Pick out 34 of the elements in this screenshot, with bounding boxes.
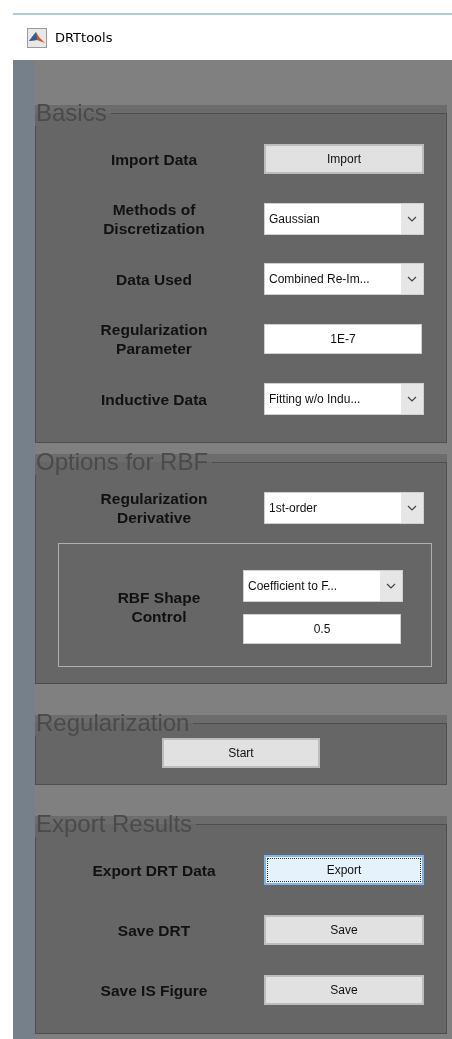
field-label: Methods of Discretization [102, 200, 206, 238]
input-field[interactable]: 0.5 [243, 614, 401, 644]
dropdown[interactable]: Gaussian [264, 203, 424, 235]
field-label: Save IS Figure [99, 980, 209, 1000]
field-label: Save DRT [116, 920, 192, 940]
chevron-down-icon [386, 583, 396, 589]
push-button[interactable]: Save [264, 975, 424, 1005]
push-button[interactable]: Save [264, 915, 424, 945]
input-field[interactable]: 1E-7 [264, 324, 422, 354]
dropdown-value: Fitting w/o Indu... [268, 392, 362, 406]
dropdown-value: Gaussian [268, 212, 321, 226]
dropdown[interactable]: Fitting w/o Indu... [264, 383, 424, 415]
push-button[interactable]: Import [264, 144, 424, 174]
field-label: Regularization Parameter [99, 320, 209, 358]
chevron-down-icon [407, 396, 417, 402]
field-label: Import Data [109, 149, 199, 169]
push-button[interactable]: Export [264, 855, 424, 885]
dropdown[interactable]: Coefficient to F... [243, 570, 403, 602]
dropdown-value: Combined Re-Im... [268, 272, 371, 286]
push-button[interactable]: Start [162, 738, 320, 768]
dropdown-value: Coefficient to F... [247, 579, 339, 593]
chevron-down-icon [407, 276, 417, 282]
field-label: Regularization Derivative [99, 489, 209, 527]
dropdown-value: 1st-order [268, 501, 319, 515]
chevron-down-icon [407, 505, 417, 511]
field-label: Inductive Data [100, 389, 208, 409]
window-title: DRTtools [55, 30, 113, 45]
dropdown[interactable]: 1st-order [264, 492, 424, 524]
field-label: RBF Shape Control [116, 588, 202, 626]
field-label: Data Used [115, 269, 193, 289]
chevron-down-icon [407, 216, 417, 222]
dropdown[interactable]: Combined Re-Im... [264, 263, 424, 295]
app-icon [27, 27, 47, 48]
field-label: Export DRT Data [91, 860, 217, 880]
